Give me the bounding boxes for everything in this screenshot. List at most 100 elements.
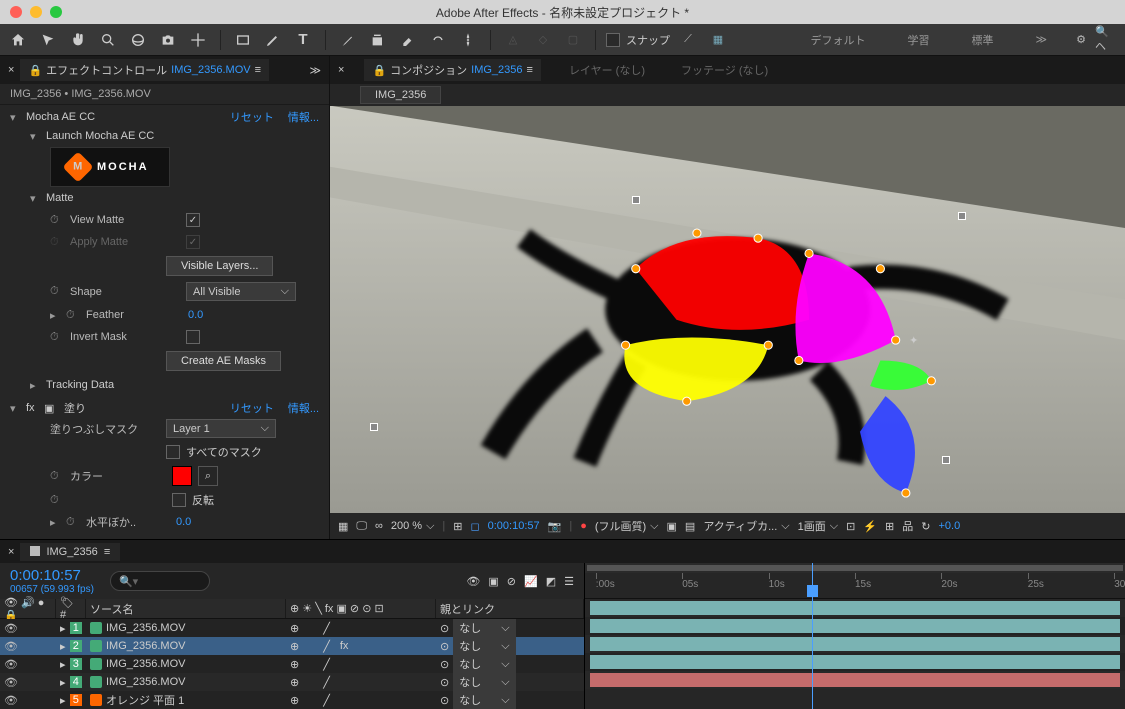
resolution-icon[interactable]: ⊞ (453, 520, 462, 533)
stopwatch-shape[interactable]: ⏱ (50, 285, 64, 298)
reset-exposure-icon[interactable]: ↻ (921, 520, 930, 533)
snapshot-icon[interactable]: 📷 (548, 520, 562, 533)
viewer-time[interactable]: 0:00:10:57 (488, 520, 540, 532)
stopwatch-color[interactable]: ⏱ (50, 470, 64, 483)
layer-duration-bar[interactable] (590, 637, 1119, 651)
pickwhip-icon[interactable]: ⊙ (440, 694, 449, 707)
views-select[interactable]: 1画面⌵ (798, 518, 838, 534)
home-icon[interactable] (6, 28, 30, 52)
layer-row[interactable]: 👁▸4IMG_2356.MOV⊕╱⊙なし⌵ (0, 673, 584, 691)
workspace-standard[interactable]: 標準 (951, 28, 1013, 52)
camera-select[interactable]: アクティブカ...⌵ (703, 518, 789, 534)
twirl-icon[interactable]: ▸ (60, 694, 66, 707)
current-timecode[interactable]: 0:00:10:57 (10, 567, 94, 584)
twirl-hblur[interactable]: ▸ (50, 516, 60, 529)
stopwatch-invertmask[interactable]: ⏱ (50, 331, 64, 344)
twirl-matte[interactable]: ▾ (30, 192, 40, 205)
visibility-icon[interactable]: 👁 (4, 676, 18, 689)
composition-tab[interactable]: 🔒 コンポジション IMG_2356 ≡ (364, 59, 541, 81)
snap-checkbox[interactable] (606, 33, 620, 47)
create-masks-button[interactable]: Create AE Masks (166, 351, 281, 371)
pickwhip-icon[interactable]: ⊙ (440, 658, 449, 671)
visibility-icon[interactable]: 👁 (4, 622, 18, 635)
track-row[interactable] (585, 653, 1125, 671)
panel-close-icon[interactable]: × (8, 64, 14, 76)
stopwatch-feather[interactable]: ⏱ (66, 309, 80, 322)
pen-tool-icon[interactable] (261, 28, 285, 52)
draft3d-icon[interactable]: ◩ (546, 575, 556, 588)
twirl-feather[interactable]: ▸ (50, 309, 60, 322)
fast-preview-icon[interactable]: ⚡ (863, 520, 877, 533)
orbit-tool-icon[interactable] (126, 28, 150, 52)
workspace-learn[interactable]: 学習 (887, 28, 949, 52)
pickwhip-icon[interactable]: ⊙ (440, 622, 449, 635)
minimize-window-icon[interactable] (30, 6, 42, 18)
fill-mask-select[interactable]: Layer 1⌵ (166, 419, 276, 438)
track-row[interactable] (585, 599, 1125, 617)
layer-row[interactable]: 👁▸1IMG_2356.MOV⊕╱⊙なし⌵ (0, 619, 584, 637)
track-row[interactable] (585, 671, 1125, 689)
mesh-icon[interactable]: ◬ (501, 28, 525, 52)
brush-tool-icon[interactable] (336, 28, 360, 52)
flowchart-icon[interactable]: 品 (902, 518, 913, 534)
rectangle-tool-icon[interactable] (231, 28, 255, 52)
close-window-icon[interactable] (10, 6, 22, 18)
hand-tool-icon[interactable] (66, 28, 90, 52)
shy-toggle-icon[interactable]: 👁 (466, 575, 480, 588)
comp-subtab[interactable]: IMG_2356 (360, 86, 441, 104)
workspace-more[interactable]: ≫ (1015, 28, 1067, 52)
reset-mocha[interactable]: リセット (230, 109, 274, 125)
track-row[interactable] (585, 635, 1125, 653)
twirl-icon[interactable]: ▸ (60, 676, 66, 689)
stopwatch-hblur[interactable]: ⏱ (66, 516, 80, 529)
layer-duration-bar[interactable] (590, 619, 1119, 633)
invert-checkbox[interactable] (172, 493, 186, 507)
camera-tool-icon[interactable] (156, 28, 180, 52)
invertmask-checkbox[interactable] (186, 330, 200, 344)
lock-icon[interactable]: 🔒 (28, 64, 42, 77)
visibility-icon[interactable]: 👁 (4, 658, 18, 671)
zoom-tool-icon[interactable] (96, 28, 120, 52)
comp-menu-icon[interactable]: ≡ (527, 64, 533, 76)
pickwhip-icon[interactable]: ⊙ (440, 640, 449, 653)
shape-select[interactable]: All Visible⌵ (186, 282, 296, 301)
parent-select[interactable]: なし⌵ (453, 691, 515, 709)
layer-row[interactable]: 👁▸5オレンジ 平面 1⊕╱⊙なし⌵ (0, 691, 584, 709)
stopwatch-viewmatte[interactable]: ⏱ (50, 214, 64, 227)
footage-tab[interactable]: フッテージ (なし) (673, 59, 776, 81)
fx-toggle-icon[interactable]: fx (26, 402, 38, 414)
effect-controls-tab[interactable]: 🔒 エフェクトコントロール IMG_2356.MOV ≡ (20, 59, 269, 81)
twirl-icon[interactable]: ▸ (60, 640, 66, 653)
layer-tab[interactable]: レイヤー (なし) (561, 59, 653, 81)
snap-options-icon[interactable]: ⟋ (676, 28, 700, 52)
eyedropper-icon[interactable]: ⌕ (198, 466, 218, 486)
clone-tool-icon[interactable] (366, 28, 390, 52)
layer-duration-bar[interactable] (590, 655, 1119, 669)
graph-editor-icon[interactable]: 📈 (524, 575, 538, 588)
pan-behind-tool-icon[interactable] (186, 28, 210, 52)
puppet-tool-icon[interactable] (456, 28, 480, 52)
allmasks-checkbox[interactable] (166, 445, 180, 459)
layer-duration-bar[interactable] (590, 601, 1119, 615)
text-tool-icon[interactable]: T (291, 28, 315, 52)
selection-tool-icon[interactable] (36, 28, 60, 52)
timeline-tab[interactable]: IMG_2356 ≡ (20, 543, 120, 561)
twirl-tracking[interactable]: ▸ (30, 379, 40, 392)
view-grid-icon[interactable]: ▦ (338, 520, 348, 533)
toggle-grid-icon[interactable]: ▦ (706, 28, 730, 52)
comp-close-icon[interactable]: × (338, 64, 344, 76)
feather-value[interactable]: 0.0 (188, 309, 203, 321)
view-display-icon[interactable]: 🖵 (356, 520, 367, 533)
hblur-value[interactable]: 0.0 (176, 516, 191, 528)
panel-overflow-icon[interactable]: ≫ (309, 64, 321, 77)
composition-viewer[interactable]: ✦ (330, 106, 1125, 513)
layer-duration-bar[interactable] (590, 673, 1119, 687)
frame-blend-icon[interactable]: ▣ (488, 575, 498, 588)
lock-icon[interactable]: 🔒 (372, 64, 386, 77)
timeline-sync-icon[interactable]: ⊞ (885, 520, 894, 533)
track-row[interactable] (585, 617, 1125, 635)
parent-select[interactable]: なし⌵ (453, 619, 515, 637)
reset-fill[interactable]: リセット (230, 400, 274, 416)
mocha-launch-button[interactable]: M MOCHA (50, 147, 170, 187)
motion-blur-icon[interactable]: ⊘ (507, 575, 516, 588)
